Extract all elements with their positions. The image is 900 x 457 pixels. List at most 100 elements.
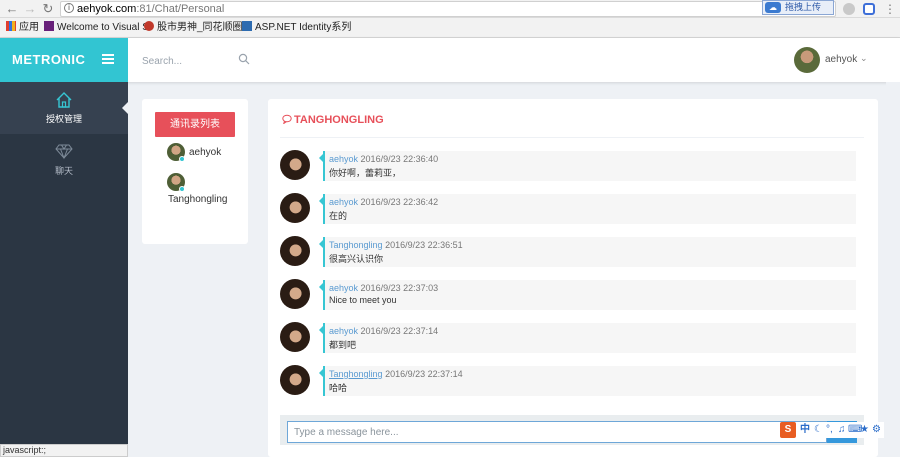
message-text: 在的 (329, 211, 348, 221)
chat-title: TANGHONGLING (282, 114, 384, 126)
message-bubble: aehyok 2016/9/23 22:36:42 在的 (323, 194, 856, 224)
skin-icon[interactable]: ★ (860, 423, 869, 437)
info-icon[interactable]: i (64, 3, 74, 13)
contacts-panel: 通讯录列表 aehyok Tanghongling (142, 99, 248, 244)
bookmark-identity[interactable]: ASP.NET Identity系列 (242, 21, 351, 35)
message-meta: Tanghongling 2016/9/23 22:37:14 (329, 369, 463, 379)
page-scrollbar[interactable] (886, 82, 900, 457)
contact-name: Tanghongling (168, 194, 228, 205)
ime-toolbar[interactable]: S 中 ☾ °, ♫ ⌨ ★ ⚙ (778, 422, 884, 438)
url-path: :81/Chat/Personal (136, 3, 225, 15)
moon-icon[interactable]: ☾ (814, 423, 823, 437)
message-sender[interactable]: Tanghongling (329, 240, 383, 250)
punctuation-icon[interactable]: °, (826, 423, 833, 437)
chat-message: Tanghongling 2016/9/23 22:37:14 哈哈 (280, 365, 856, 397)
brand-area: METRONIC (0, 38, 128, 82)
brand-logo[interactable]: METRONIC (12, 52, 85, 67)
browser-toolbar: ← → ↻ i aehyok.com:81/Chat/Personal ☁ 拖拽… (0, 0, 900, 18)
address-bar[interactable]: i aehyok.com:81/Chat/Personal (60, 1, 836, 17)
mic-icon[interactable]: ♫ (838, 423, 846, 437)
message-meta: aehyok 2016/9/23 22:37:14 (329, 326, 438, 336)
avatar (280, 193, 310, 223)
message-sender[interactable]: aehyok (329, 154, 358, 164)
search-icon[interactable] (238, 53, 250, 65)
message-time: 2016/9/23 22:37:14 (360, 326, 439, 336)
sidebar-item-chat[interactable]: 聊天 (0, 134, 128, 186)
comment-icon (282, 114, 292, 124)
message-meta: aehyok 2016/9/23 22:37:03 (329, 283, 438, 293)
message-bubble: aehyok 2016/9/23 22:37:03 Nice to meet y… (323, 280, 856, 310)
message-meta: aehyok 2016/9/23 22:36:42 (329, 197, 438, 207)
chat-panel: TANGHONGLING aehyok 2016/9/23 22:36:40 你… (268, 99, 878, 457)
contact-name: aehyok (189, 147, 222, 158)
ime-mode-label[interactable]: 中 (800, 423, 810, 437)
search-input[interactable] (142, 53, 242, 69)
chat-message: aehyok 2016/9/23 22:37:14 都到吧 (280, 322, 856, 354)
sidebar-item-label: 授权管理 (45, 114, 82, 124)
message-input[interactable] (287, 421, 827, 443)
message-text: 哈哈 (329, 383, 348, 393)
hamburger-menu-icon[interactable] (102, 54, 114, 64)
message-sender[interactable]: aehyok (329, 197, 358, 207)
avatar (280, 365, 310, 395)
message-sender[interactable]: Tanghongling (329, 369, 383, 379)
avatar (280, 150, 310, 180)
message-time: 2016/9/23 22:36:51 (385, 240, 463, 250)
message-meta: aehyok 2016/9/23 22:36:40 (329, 154, 438, 164)
message-text: 很高兴认识你 (329, 254, 384, 264)
url-host: aehyok.com (77, 3, 137, 15)
back-icon[interactable]: ← (4, 1, 20, 17)
chat-partner-name: TANGHONGLING (294, 114, 384, 126)
chat-message: aehyok 2016/9/23 22:37:03 Nice to meet y… (280, 279, 856, 311)
online-indicator (179, 156, 185, 162)
message-text: 你好啊，蕾莉亚， (329, 168, 402, 178)
message-time: 2016/9/23 22:37:03 (360, 283, 439, 293)
upload-label: 拖拽上传 (785, 2, 822, 12)
app-header: METRONIC aehyok ⌄ (0, 38, 900, 82)
message-bubble: Tanghongling 2016/9/23 22:37:14 哈哈 (323, 366, 856, 396)
bookmark-apps[interactable]: 应用 (6, 21, 39, 35)
contact-item[interactable]: aehyok (142, 143, 248, 165)
user-name: aehyok (825, 54, 858, 65)
message-text: 都到吧 (329, 340, 357, 350)
tools-icon[interactable]: ⚙ (872, 423, 881, 437)
message-sender[interactable]: aehyok (329, 326, 358, 336)
avatar (794, 47, 820, 73)
contact-list-button[interactable]: 通讯录列表 (155, 112, 235, 137)
sidebar-item-label: 聊天 (54, 166, 73, 176)
upload-button[interactable]: ☁ 拖拽上传 (762, 0, 834, 15)
home-icon (56, 92, 72, 108)
avatar (280, 279, 310, 309)
bookmark-visual-studio[interactable]: Welcome to Visual S (44, 21, 149, 35)
sogou-logo-icon: S (780, 422, 796, 438)
message-time: 2016/9/23 22:36:42 (360, 197, 439, 207)
visual-studio-icon (44, 21, 54, 31)
active-indicator (122, 102, 128, 114)
diamond-icon (55, 144, 73, 160)
reload-icon[interactable]: ↻ (40, 1, 56, 17)
compose-area (280, 415, 864, 445)
menu-icon[interactable]: ⋮ (882, 1, 898, 17)
bookmark-stock[interactable]: 股市男神_同花顺圈子 (144, 21, 253, 35)
forward-icon[interactable]: → (22, 1, 38, 17)
chat-message: aehyok 2016/9/23 22:36:42 在的 (280, 193, 856, 225)
contact-item[interactable]: Tanghongling (142, 173, 248, 205)
message-meta: Tanghongling 2016/9/23 22:36:51 (329, 240, 463, 250)
avatar (280, 322, 310, 352)
chat-message: Tanghongling 2016/9/23 22:36:51 很高兴认识你 (280, 236, 856, 268)
online-indicator (179, 186, 185, 192)
bookmarks-bar: 应用 Welcome to Visual S 股市男神_同花顺圈子 ASP.NE… (0, 18, 900, 38)
message-sender[interactable]: aehyok (329, 283, 358, 293)
chevron-down-icon: ⌄ (860, 53, 868, 63)
sidebar: 授权管理 聊天 (0, 82, 128, 457)
divider (280, 137, 864, 138)
extension-icon[interactable] (843, 3, 855, 15)
message-time: 2016/9/23 22:37:14 (385, 369, 463, 379)
blog-icon (242, 21, 252, 31)
browser-status-bar: javascript:; (0, 444, 128, 457)
shield-extension-icon[interactable] (863, 3, 875, 15)
chat-message: aehyok 2016/9/23 22:36:40 你好啊，蕾莉亚， (280, 150, 856, 182)
message-bubble: aehyok 2016/9/23 22:37:14 都到吧 (323, 323, 856, 353)
sidebar-item-auth[interactable]: 授权管理 (0, 82, 128, 134)
apps-grid-icon (6, 21, 16, 31)
